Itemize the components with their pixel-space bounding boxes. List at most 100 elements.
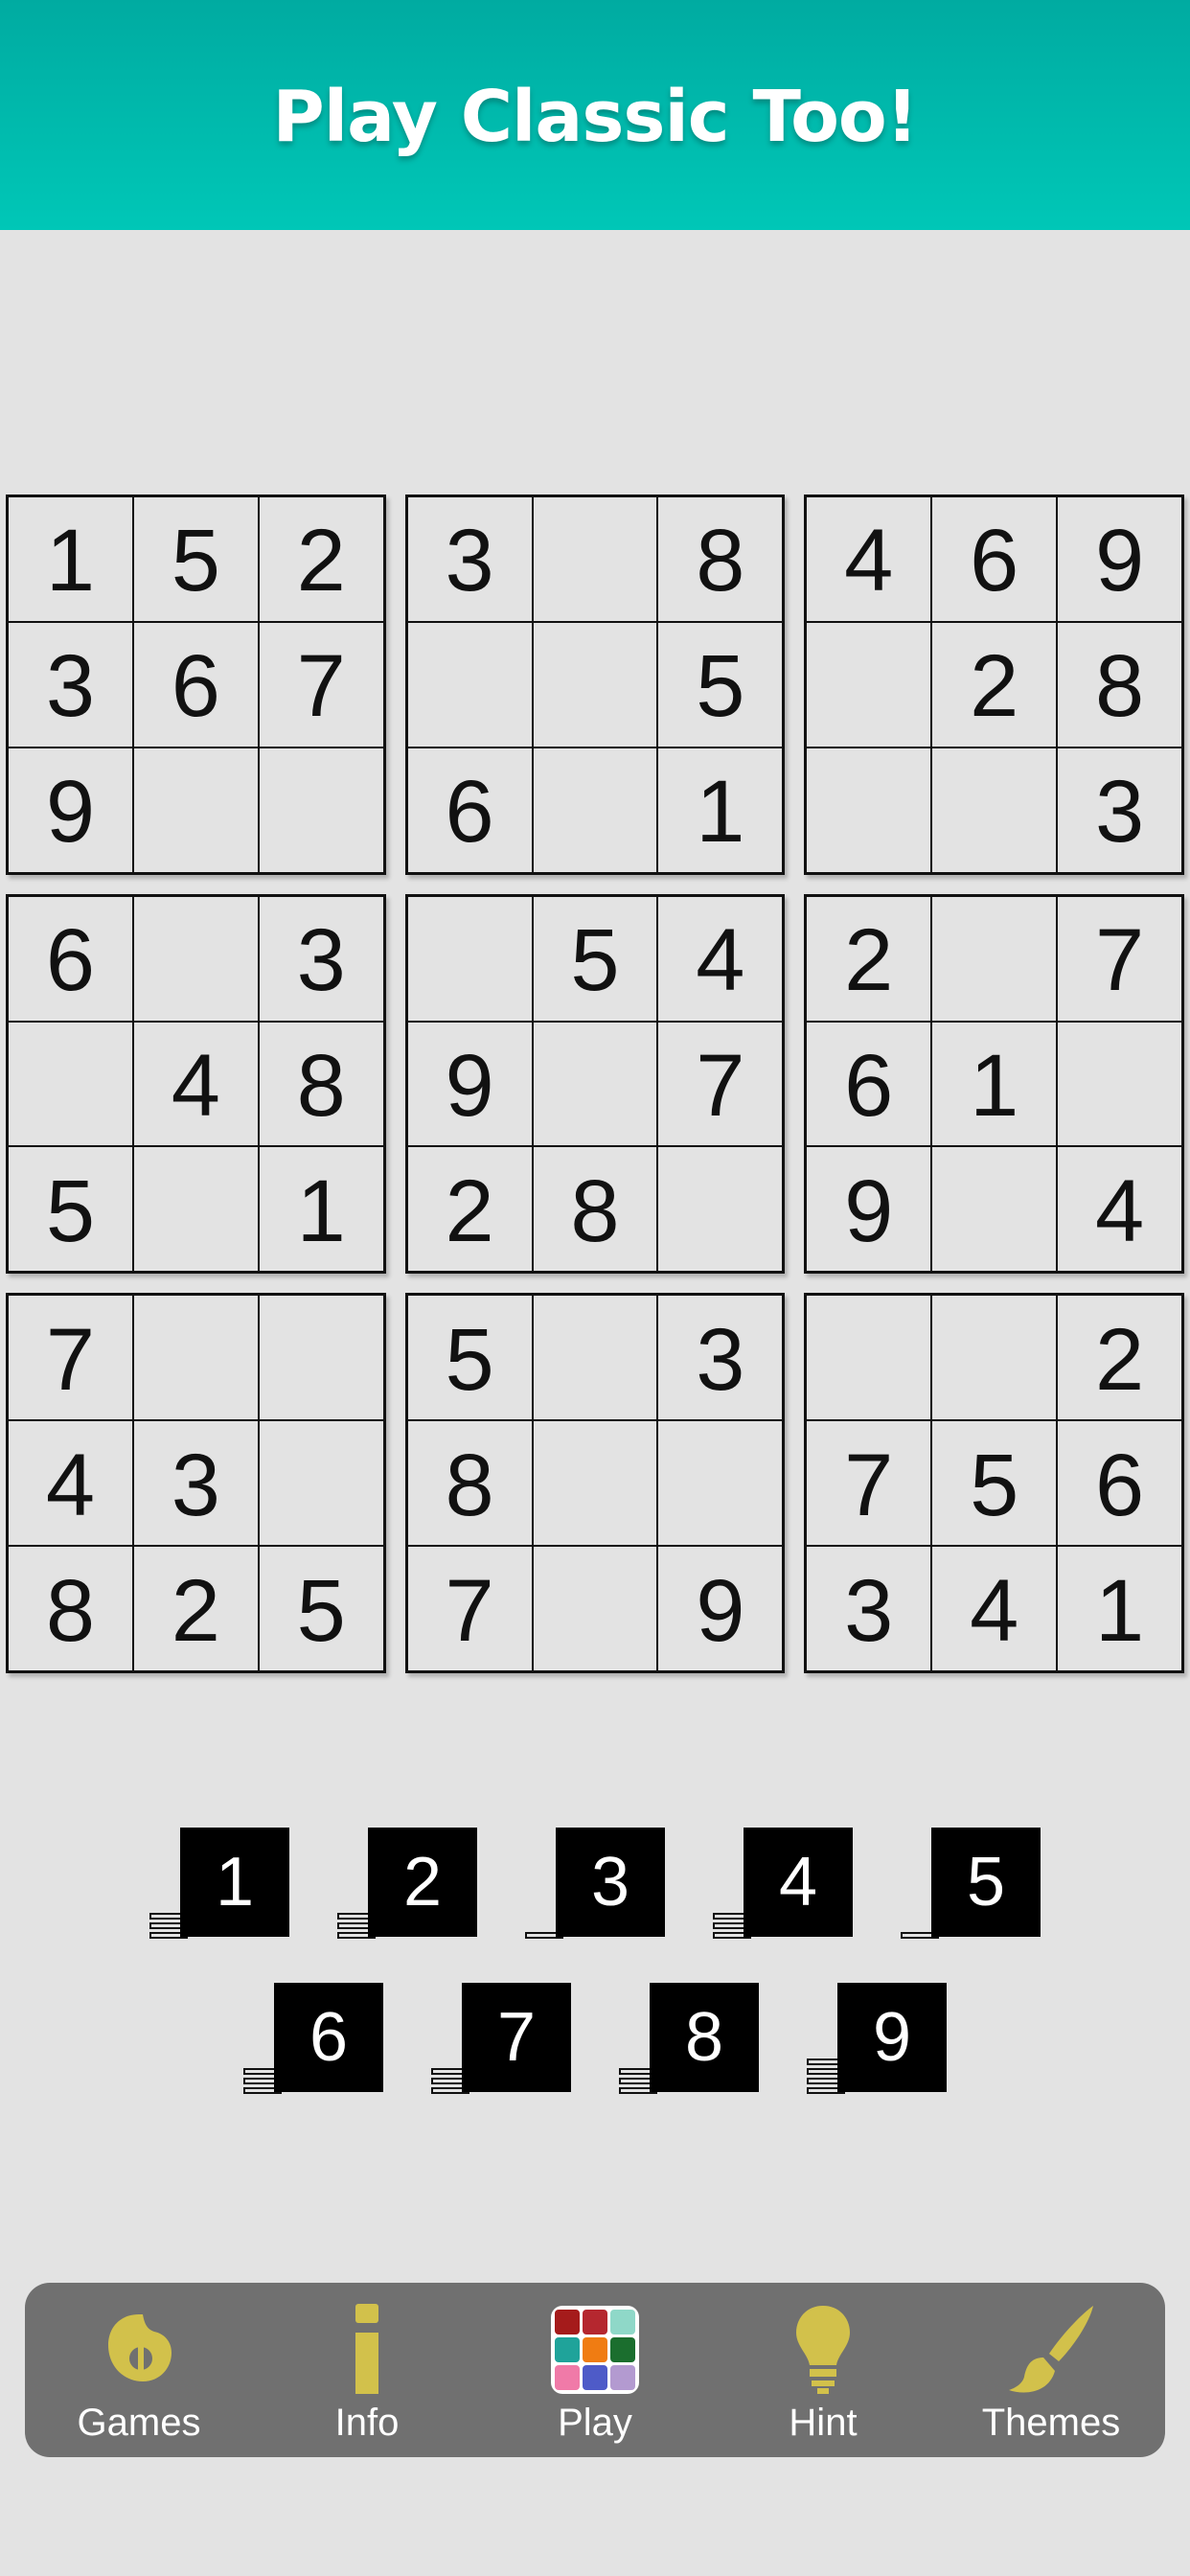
sudoku-cell[interactable] xyxy=(532,1021,658,1147)
sudoku-cell[interactable] xyxy=(532,747,658,873)
number-pad-row: 6789 xyxy=(0,1981,1190,2094)
sudoku-cell[interactable]: 9 xyxy=(406,1021,533,1147)
sudoku-cell[interactable] xyxy=(931,895,1058,1022)
sudoku-cell[interactable]: 6 xyxy=(132,621,259,748)
sudoku-cell[interactable]: 6 xyxy=(806,1021,932,1147)
sudoku-cell[interactable] xyxy=(532,1420,658,1547)
nav-info-button[interactable]: Info xyxy=(262,2283,472,2457)
sudoku-cell[interactable] xyxy=(931,1146,1058,1273)
sudoku-cell[interactable] xyxy=(132,895,259,1022)
sudoku-cell[interactable]: 1 xyxy=(8,496,133,622)
sudoku-cell[interactable] xyxy=(406,621,533,748)
sudoku-cell[interactable]: 5 xyxy=(532,895,658,1022)
nav-games-label: Games xyxy=(77,2402,201,2444)
sudoku-cell[interactable] xyxy=(132,1146,259,1273)
sudoku-cell[interactable] xyxy=(657,1420,784,1547)
sudoku-cell[interactable]: 3 xyxy=(806,1546,932,1671)
sudoku-cell[interactable]: 3 xyxy=(657,1295,784,1421)
sudoku-cell[interactable]: 2 xyxy=(806,895,932,1022)
digit-button[interactable]: 5 xyxy=(901,1826,1041,1939)
sudoku-cell[interactable] xyxy=(258,1295,384,1421)
digit-label: 3 xyxy=(556,1828,665,1937)
sudoku-cell[interactable]: 8 xyxy=(258,1021,384,1147)
nav-play-button[interactable]: Play xyxy=(490,2283,700,2457)
sudoku-cell[interactable] xyxy=(532,496,658,622)
sudoku-cell[interactable] xyxy=(931,1295,1058,1421)
digit-button[interactable]: 8 xyxy=(619,1981,759,2094)
sudoku-cell[interactable] xyxy=(1057,1021,1182,1147)
sudoku-cell[interactable]: 7 xyxy=(1057,895,1182,1022)
sudoku-cell[interactable]: 4 xyxy=(132,1021,259,1147)
sudoku-cell[interactable] xyxy=(806,747,932,873)
sudoku-cell[interactable] xyxy=(132,1295,259,1421)
sudoku-cell[interactable]: 9 xyxy=(1057,496,1182,622)
sudoku-cell[interactable]: 7 xyxy=(806,1420,932,1547)
sudoku-cell[interactable]: 7 xyxy=(406,1546,533,1671)
sudoku-cell[interactable]: 3 xyxy=(1057,747,1182,873)
sudoku-cell[interactable]: 5 xyxy=(132,496,259,622)
nav-hint-button[interactable]: Hint xyxy=(718,2283,928,2457)
digit-button[interactable]: 9 xyxy=(807,1981,947,2094)
digit-button[interactable]: 6 xyxy=(243,1981,383,2094)
sudoku-cell[interactable]: 6 xyxy=(931,496,1058,622)
nav-themes-button[interactable]: Themes xyxy=(946,2283,1156,2457)
sudoku-cell[interactable]: 5 xyxy=(657,621,784,748)
sudoku-cell[interactable]: 2 xyxy=(931,621,1058,748)
sudoku-cell[interactable]: 1 xyxy=(657,747,784,873)
sudoku-cell[interactable]: 1 xyxy=(931,1021,1058,1147)
sudoku-cell[interactable] xyxy=(657,1146,784,1273)
sudoku-cell[interactable] xyxy=(406,895,533,1022)
sudoku-cell[interactable] xyxy=(806,621,932,748)
sudoku-cell[interactable]: 4 xyxy=(806,496,932,622)
sudoku-cell[interactable]: 2 xyxy=(258,496,384,622)
sudoku-cell[interactable] xyxy=(132,747,259,873)
sudoku-cell[interactable]: 3 xyxy=(406,496,533,622)
sudoku-cell[interactable]: 7 xyxy=(258,621,384,748)
sudoku-cell[interactable]: 9 xyxy=(806,1146,932,1273)
digit-button[interactable]: 3 xyxy=(525,1826,665,1939)
sudoku-cell[interactable]: 6 xyxy=(8,895,133,1022)
digit-label: 1 xyxy=(180,1828,289,1937)
sudoku-cell[interactable]: 3 xyxy=(132,1420,259,1547)
sudoku-cell[interactable]: 2 xyxy=(132,1546,259,1671)
sudoku-cell[interactable] xyxy=(258,747,384,873)
sudoku-cell[interactable]: 4 xyxy=(1057,1146,1182,1273)
sudoku-cell[interactable] xyxy=(532,1546,658,1671)
sudoku-cell[interactable] xyxy=(931,747,1058,873)
sudoku-cell[interactable]: 7 xyxy=(657,1021,784,1147)
sudoku-cell[interactable]: 8 xyxy=(8,1546,133,1671)
sudoku-cell[interactable]: 6 xyxy=(1057,1420,1182,1547)
sudoku-cell[interactable] xyxy=(806,1295,932,1421)
sudoku-cell[interactable] xyxy=(532,1295,658,1421)
sudoku-cell[interactable]: 8 xyxy=(532,1146,658,1273)
sudoku-cell[interactable]: 2 xyxy=(406,1146,533,1273)
sudoku-cell[interactable]: 1 xyxy=(1057,1546,1182,1671)
sudoku-cell[interactable]: 7 xyxy=(8,1295,133,1421)
sudoku-cell[interactable]: 5 xyxy=(406,1295,533,1421)
sudoku-cell[interactable]: 9 xyxy=(657,1546,784,1671)
sudoku-cell[interactable]: 9 xyxy=(8,747,133,873)
sudoku-cell[interactable]: 8 xyxy=(406,1420,533,1547)
sudoku-cell[interactable]: 8 xyxy=(657,496,784,622)
digit-button[interactable]: 1 xyxy=(149,1826,289,1939)
sudoku-cell[interactable]: 3 xyxy=(8,621,133,748)
sudoku-cell[interactable]: 4 xyxy=(657,895,784,1022)
sudoku-cell[interactable]: 6 xyxy=(406,747,533,873)
digit-button[interactable]: 7 xyxy=(431,1981,571,2094)
sudoku-cell[interactable]: 1 xyxy=(258,1146,384,1273)
sudoku-cell[interactable]: 8 xyxy=(1057,621,1182,748)
sudoku-cell[interactable]: 5 xyxy=(8,1146,133,1273)
sudoku-cell[interactable] xyxy=(8,1021,133,1147)
sudoku-cell[interactable]: 2 xyxy=(1057,1295,1182,1421)
nav-games-button[interactable]: Games xyxy=(34,2283,244,2457)
sudoku-cell[interactable]: 4 xyxy=(931,1546,1058,1671)
digit-label: 8 xyxy=(650,1983,759,2092)
sudoku-cell[interactable] xyxy=(532,621,658,748)
sudoku-cell[interactable]: 3 xyxy=(258,895,384,1022)
sudoku-cell[interactable]: 5 xyxy=(931,1420,1058,1547)
digit-button[interactable]: 4 xyxy=(713,1826,853,1939)
sudoku-cell[interactable]: 5 xyxy=(258,1546,384,1671)
digit-button[interactable]: 2 xyxy=(337,1826,477,1939)
sudoku-cell[interactable]: 4 xyxy=(8,1420,133,1547)
sudoku-cell[interactable] xyxy=(258,1420,384,1547)
